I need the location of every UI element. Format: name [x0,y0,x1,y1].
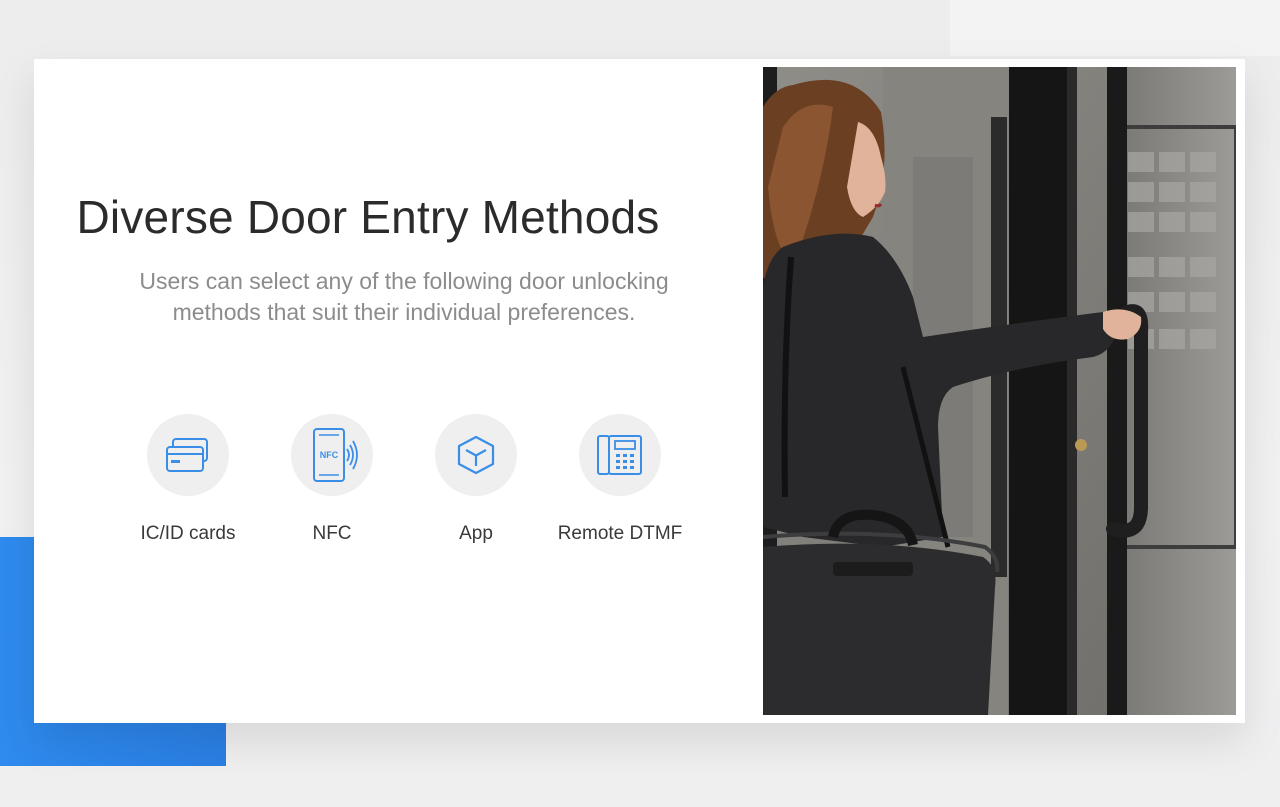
method-ic-id-cards: IC/ID cards [108,414,268,545]
desk-phone-icon [597,435,642,475]
id-card-icon [166,438,208,472]
method-label: IC/ID cards [140,523,236,544]
icon-circle [579,414,661,496]
method-label: App [459,523,493,544]
icon-circle [147,414,229,496]
top-background-band-light [950,0,1280,56]
method-label: NFC [312,523,352,544]
page-subtitle: Users can select any of the following do… [139,268,669,325]
nfc-phone-icon: NFC [313,428,358,482]
method-app: App [396,414,556,545]
woman-opening-glass-door-photo [763,67,1236,715]
icon-circle: NFC [291,414,373,496]
method-nfc: NFC NFC [252,414,412,545]
app-cube-icon [457,435,495,475]
method-label: Remote DTMF [557,523,683,544]
nfc-icon-text: NFC [320,450,339,460]
photo-illustration [763,67,1236,715]
page-title: Diverse Door Entry Methods [76,191,660,243]
method-remote-dtmf: Remote DTMF [540,414,700,545]
icon-circle [435,414,517,496]
